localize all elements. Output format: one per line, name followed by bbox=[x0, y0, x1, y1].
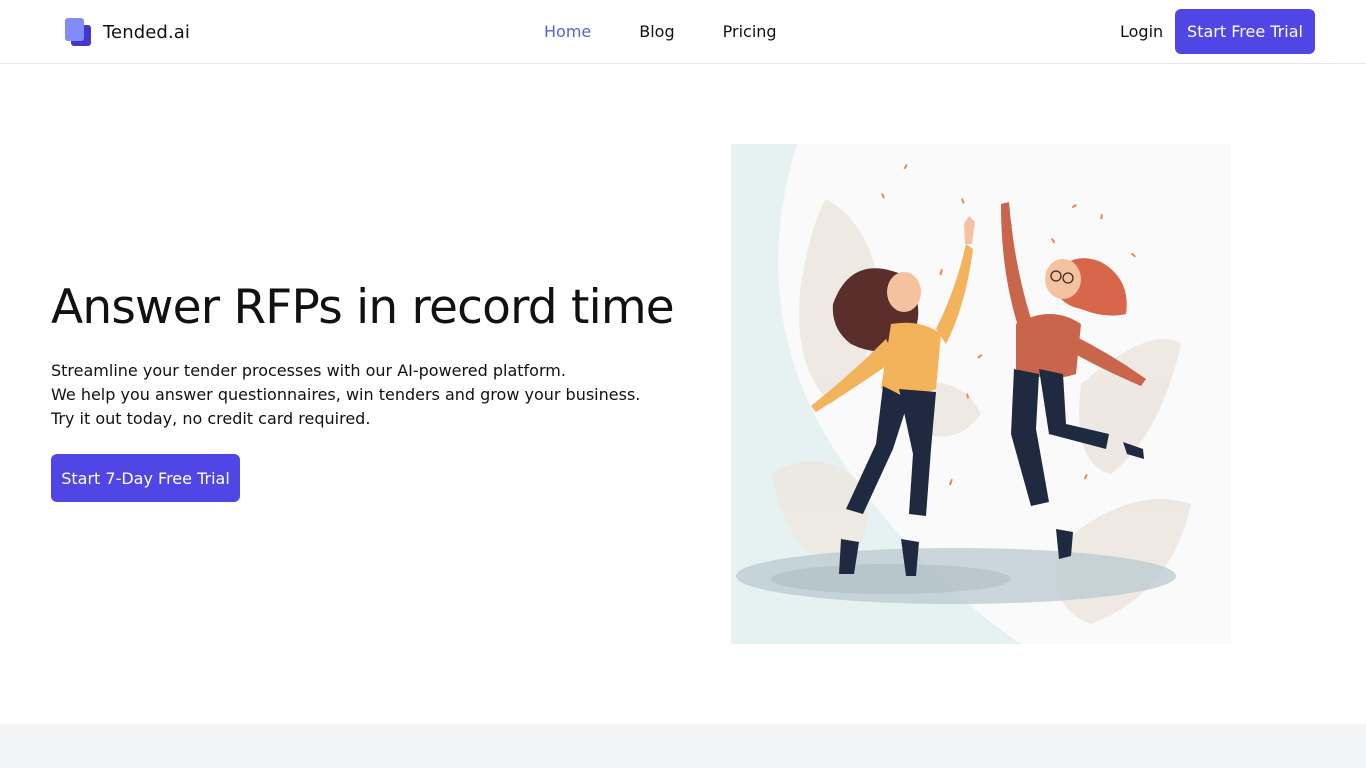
footer-band bbox=[0, 724, 1366, 768]
brand-name: Tended.ai bbox=[103, 21, 190, 43]
nav-link-blog[interactable]: Blog bbox=[639, 20, 674, 44]
hero-line: Streamline your tender processes with ou… bbox=[51, 361, 566, 380]
stacked-pages-logo-icon bbox=[64, 17, 92, 47]
login-link[interactable]: Login bbox=[1120, 20, 1163, 44]
main-nav: Home Blog Pricing bbox=[544, 20, 777, 44]
hero-description: Streamline your tender processes with ou… bbox=[51, 359, 640, 431]
nav-link-pricing[interactable]: Pricing bbox=[723, 20, 777, 44]
start-free-trial-button[interactable]: Start Free Trial bbox=[1175, 9, 1315, 54]
nav-link-home[interactable]: Home bbox=[544, 20, 591, 44]
hero-title: Answer RFPs in record time bbox=[51, 280, 675, 335]
hero-line: Try it out today, no credit card require… bbox=[51, 409, 371, 428]
start-7-day-trial-button[interactable]: Start 7-Day Free Trial bbox=[51, 454, 240, 502]
hero-line: We help you answer questionnaires, win t… bbox=[51, 385, 641, 404]
top-navbar: Tended.ai Home Blog Pricing Login Start … bbox=[0, 0, 1366, 64]
brand-home-link[interactable]: Tended.ai bbox=[64, 16, 190, 48]
celebrating-women-illustration bbox=[731, 144, 1231, 644]
